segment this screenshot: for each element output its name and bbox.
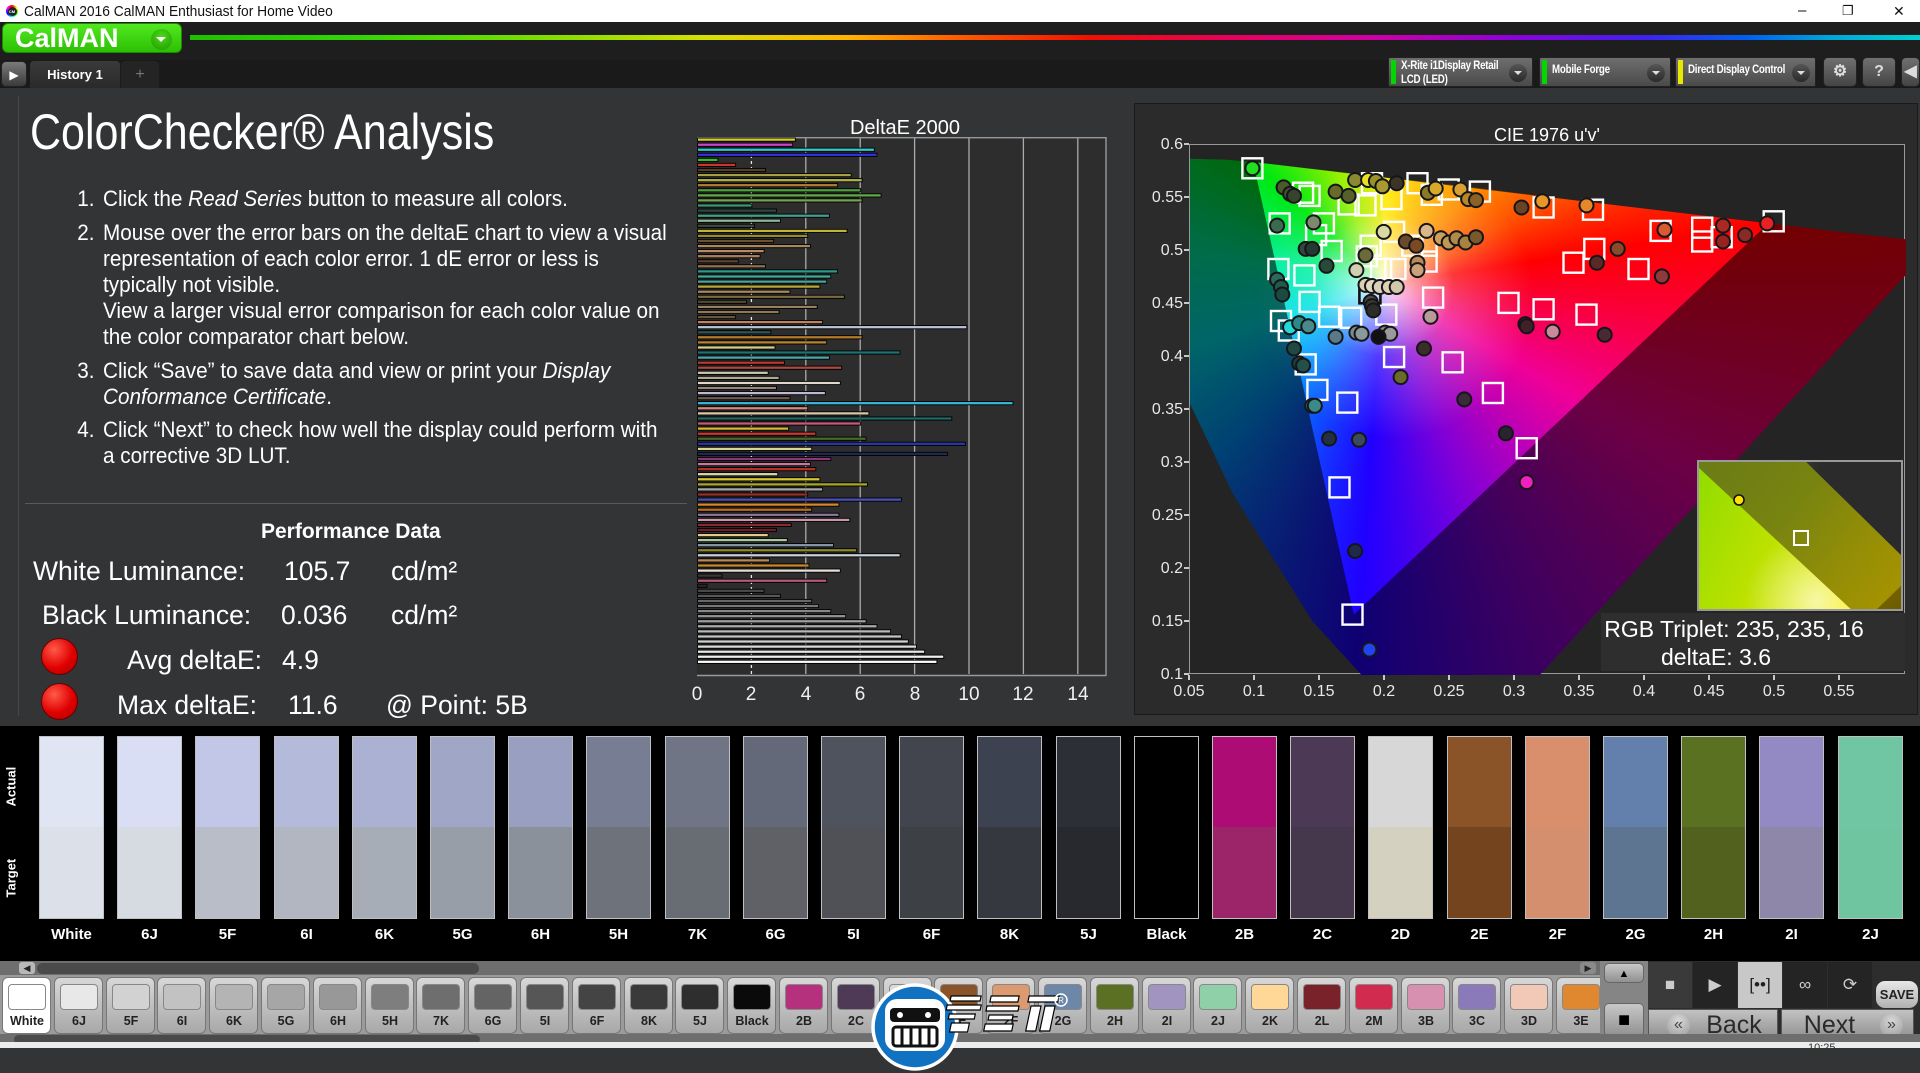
svg-text:R: R (1058, 996, 1064, 1005)
